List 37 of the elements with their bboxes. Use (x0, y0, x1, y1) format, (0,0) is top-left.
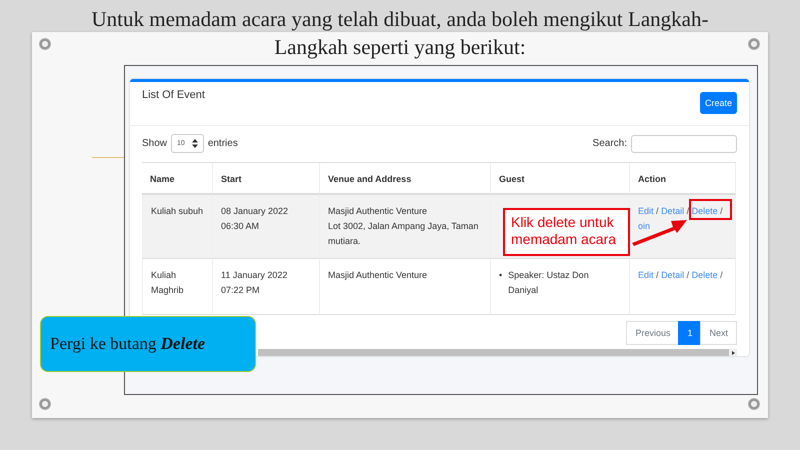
action-link[interactable]: Delete (692, 270, 718, 280)
slide-title: Untuk memadam acara yang telah dibuat, anda boleh mengikut Langkah-Langkah seperti yang berikut: (90, 6, 710, 61)
page-button[interactable]: Next (700, 321, 737, 345)
guest-item: Speaker: Ustaz Don Daniyal (508, 269, 590, 297)
pointer-arrow (632, 220, 687, 246)
entries-label: entries (208, 138, 238, 149)
instruction-callout: Pergi ke butang Delete (40, 316, 256, 372)
separator: / (686, 270, 690, 280)
table-cell: Kuliah subuh (142, 195, 213, 259)
separator: / (656, 206, 659, 216)
table-cell: 11 January 2022 07:22 PM (213, 259, 320, 315)
bullet: • (499, 269, 502, 282)
card-title: List Of Event (142, 89, 205, 101)
table-cell: 08 January 2022 06:30 AM (213, 195, 320, 259)
horizontal-scrollbar[interactable] (258, 349, 737, 356)
action-link[interactable]: Detail (661, 206, 684, 216)
action-link[interactable]: Delete (692, 206, 718, 216)
action-link[interactable]: oin (638, 221, 650, 231)
action-link[interactable]: Edit (638, 270, 654, 280)
sort-caret-icon (192, 139, 198, 148)
table-cell: Masjid Authentic Venture (320, 259, 491, 315)
separator: / (720, 270, 723, 280)
search-field[interactable] (631, 134, 737, 152)
page-button[interactable]: 1 (678, 321, 702, 345)
action-link[interactable]: Edit (638, 206, 654, 216)
page-button[interactable]: Previous (626, 321, 680, 345)
separator: / (686, 206, 690, 216)
show-label: Show (142, 138, 168, 149)
highlight-box (689, 199, 732, 220)
search-label: Search: (592, 138, 627, 149)
table-cell: Kuliah Maghrib (142, 259, 213, 315)
create-button[interactable]: Create (700, 92, 737, 114)
separator: / (720, 206, 723, 216)
table-cell: Masjid Authentic Venture Lot 3002, Jalan Ampang Jaya, Taman mutiara. (320, 195, 491, 259)
action-link[interactable]: Detail (661, 270, 684, 280)
separator: / (656, 270, 659, 280)
annotation-callout: Klik delete untuk memadam acara (503, 208, 630, 256)
